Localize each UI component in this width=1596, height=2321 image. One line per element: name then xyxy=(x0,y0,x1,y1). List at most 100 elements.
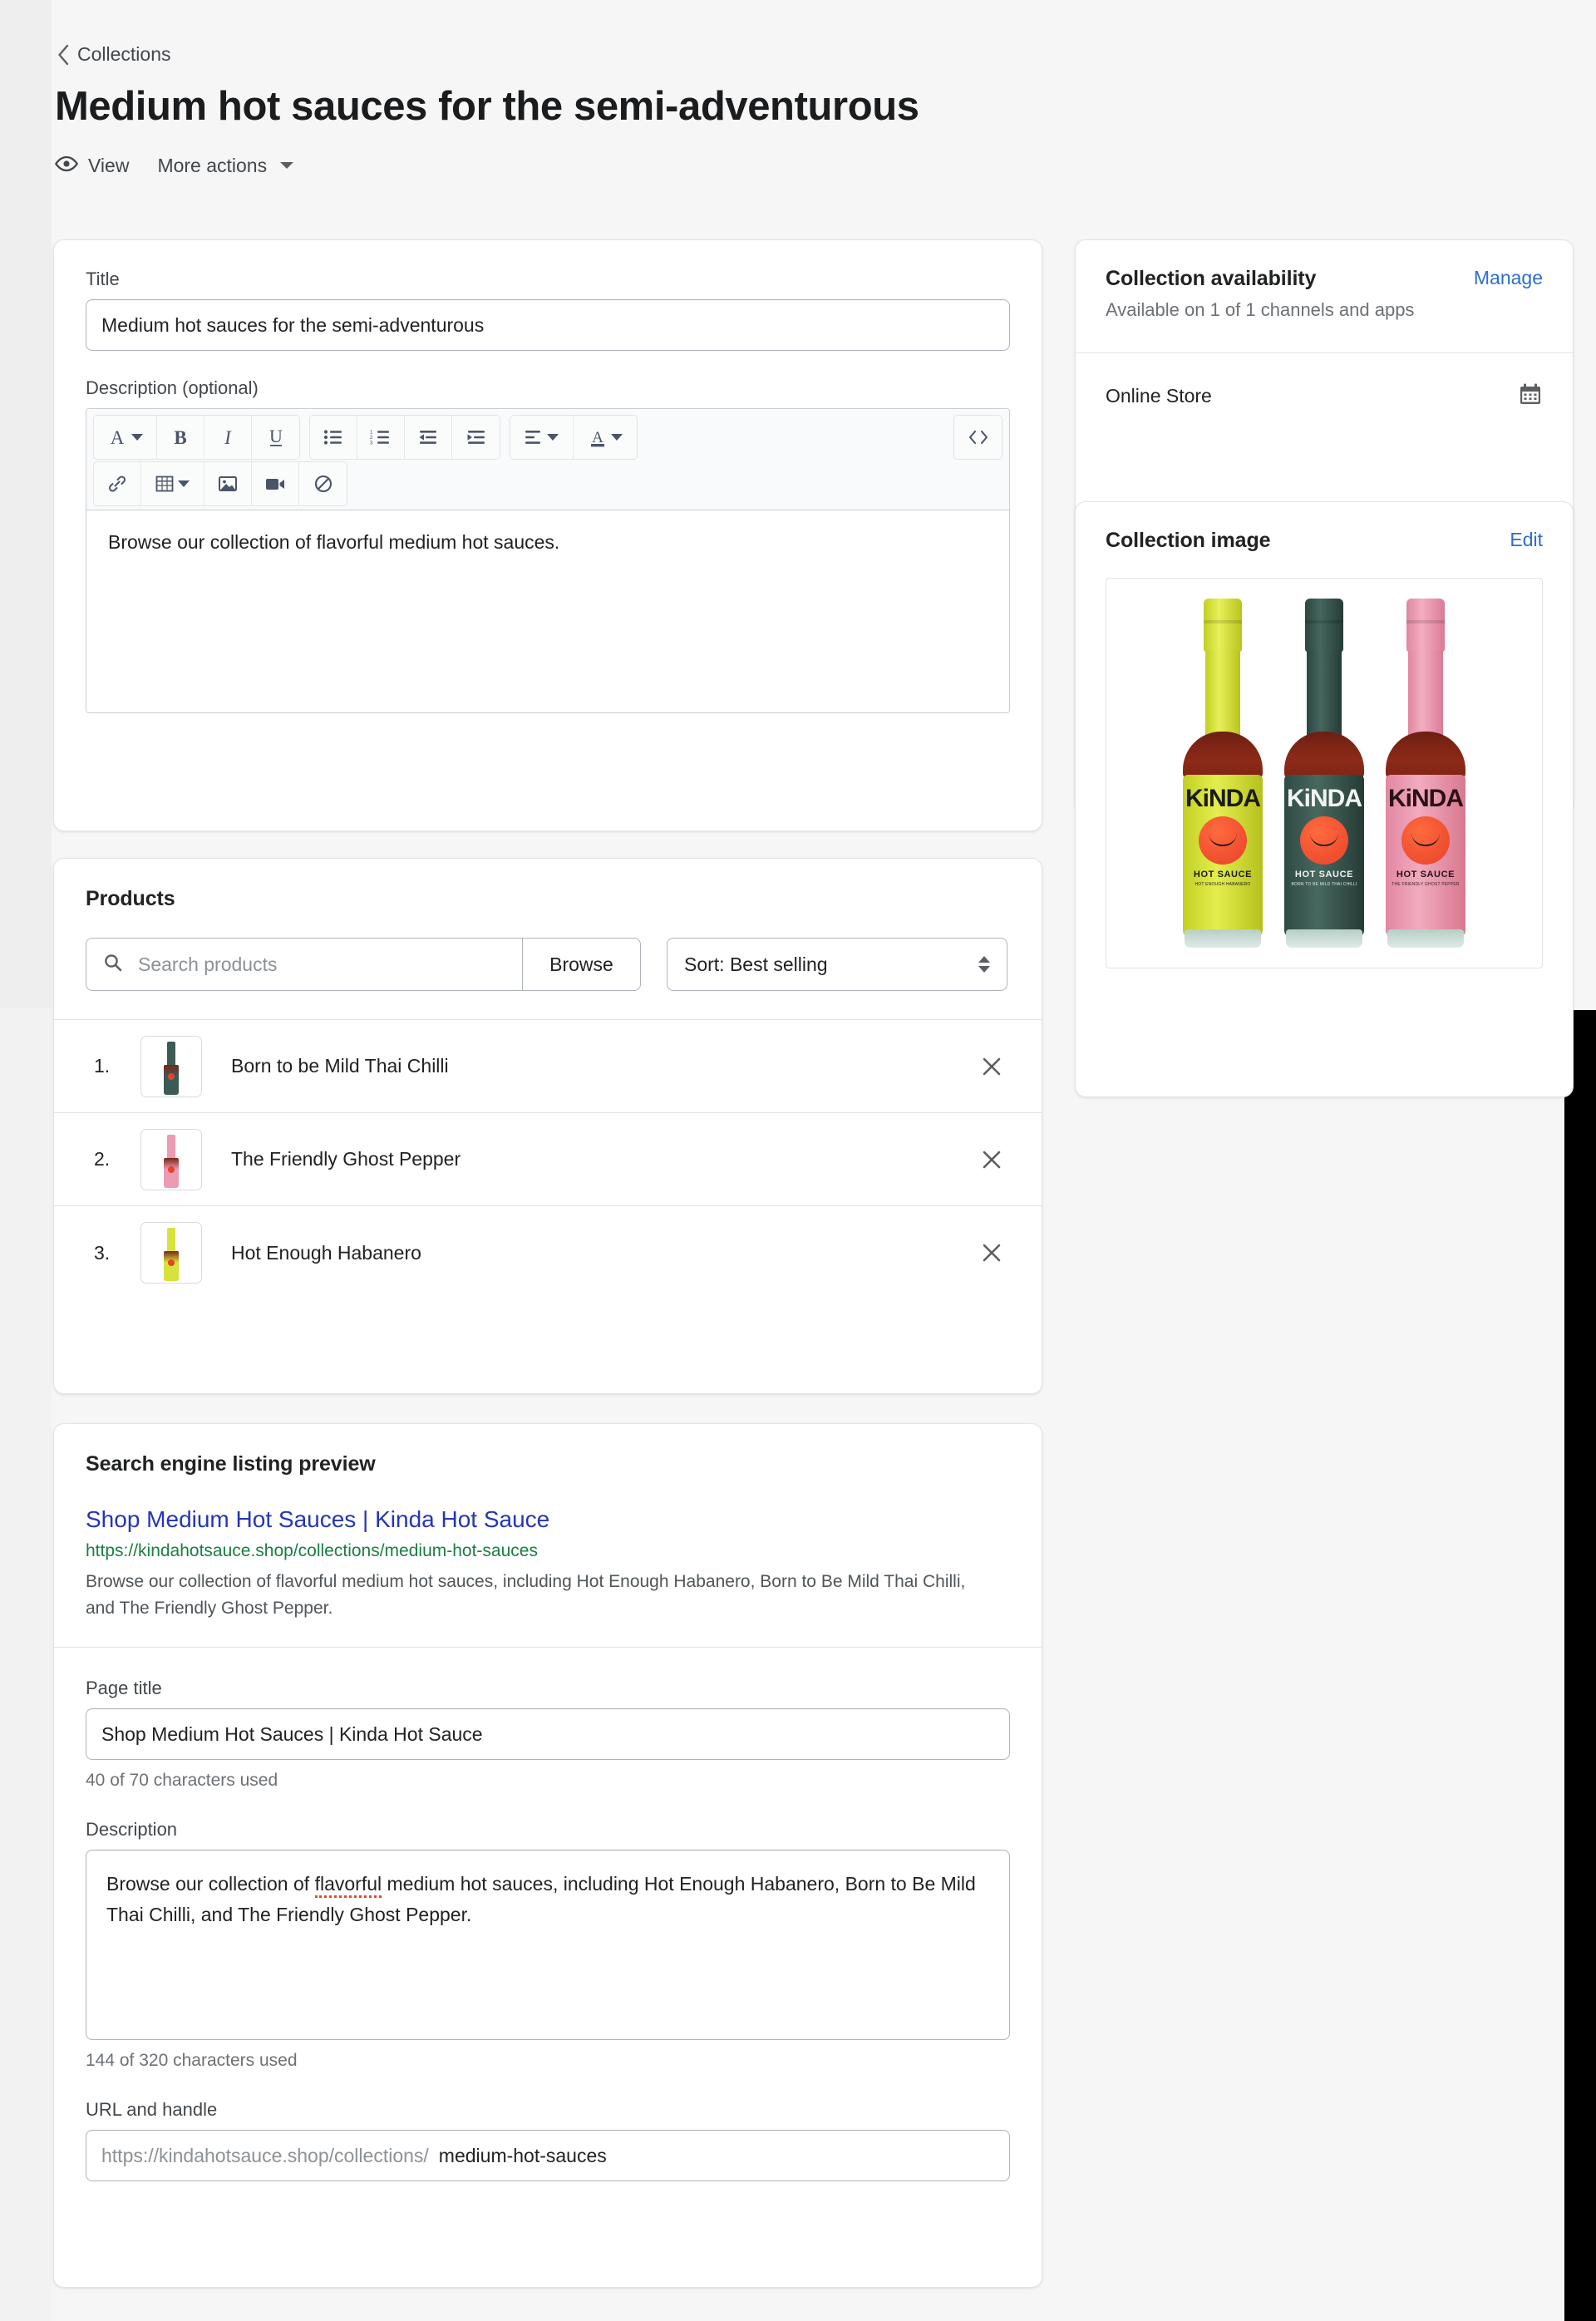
indent-icon[interactable] xyxy=(452,416,500,459)
align-left-icon[interactable] xyxy=(510,416,574,459)
toolbar-group-align-color: A xyxy=(510,415,638,460)
calendar-icon[interactable] xyxy=(1518,382,1543,411)
bottle-ghost-pepper: KiNDA HOT SAUCE THE FRIENDLY GHOST PEPPE… xyxy=(1379,599,1472,948)
bulleted-list-icon[interactable] xyxy=(310,416,357,459)
collection-details-card: Title Description (optional) A B I xyxy=(53,239,1042,831)
numbered-list-icon[interactable]: 1 2 3 xyxy=(357,416,405,459)
svg-text:I: I xyxy=(224,427,232,448)
seo-title: Search engine listing preview xyxy=(86,1452,376,1476)
collection-image-title: Collection image xyxy=(1106,529,1271,552)
svg-text:B: B xyxy=(174,427,186,448)
toolbar-group-insert xyxy=(93,461,347,506)
page-left-shade-lower xyxy=(0,1008,52,2321)
font-style-icon[interactable]: A xyxy=(94,416,157,459)
chevron-left-icon xyxy=(57,44,70,66)
view-button[interactable]: View xyxy=(54,154,130,177)
page-actions: View More actions xyxy=(54,154,1548,177)
seo-preview-title[interactable]: Shop Medium Hot Sauces | Kinda Hot Sauce xyxy=(86,1505,1010,1535)
edit-link[interactable]: Edit xyxy=(1510,529,1543,551)
seo-preview: Shop Medium Hot Sauces | Kinda Hot Sauce… xyxy=(54,1476,1042,1647)
seo-description-input[interactable]: Browse our collection of flavorful mediu… xyxy=(86,1850,1010,2041)
title-input[interactable] xyxy=(86,299,1010,351)
breadcrumb[interactable]: Collections xyxy=(57,43,171,66)
sort-select[interactable]: Sort: Best selling xyxy=(667,938,1007,991)
product-thumbnail xyxy=(140,1222,202,1284)
remove-product-button[interactable] xyxy=(973,1234,1010,1271)
search-products-field[interactable] xyxy=(86,938,522,991)
link-icon[interactable] xyxy=(94,462,141,505)
seo-description-counter: 144 of 320 characters used xyxy=(86,2051,298,2071)
svg-text:2: 2 xyxy=(370,436,373,441)
text-color-icon[interactable]: A xyxy=(574,416,637,459)
more-actions-button[interactable]: More actions xyxy=(157,154,294,177)
product-text: HOT SAUCE xyxy=(1396,870,1456,880)
image-icon[interactable] xyxy=(204,462,252,505)
channel-row-online-store[interactable]: Online Store xyxy=(1076,352,1573,439)
table-row[interactable]: 2. The Friendly Ghost Pepper xyxy=(54,1113,1042,1206)
table-row[interactable]: 1. Born to be Mild Thai Chilli xyxy=(54,1020,1042,1113)
clear-formatting-icon[interactable] xyxy=(299,462,347,505)
mascot-face-icon xyxy=(1401,816,1450,865)
bottle-thai-chilli: KiNDA HOT SAUCE BORN TO BE MILD THAI CHI… xyxy=(1278,599,1371,948)
remove-product-button[interactable] xyxy=(973,1048,1010,1085)
description-editor-body[interactable]: Browse our collection of flavorful mediu… xyxy=(86,510,1009,712)
seo-preview-description: Browse our collection of flavorful mediu… xyxy=(86,1572,966,1619)
seo-description-label: Description xyxy=(86,1819,178,1841)
url-handle-label: URL and handle xyxy=(86,2099,218,2121)
remove-product-button[interactable] xyxy=(973,1141,1010,1178)
seo-card: Search engine listing preview Shop Mediu… xyxy=(53,1423,1042,2288)
toolbar-group-text: A B I U xyxy=(93,415,300,460)
page-title-label: Page title xyxy=(86,1678,162,1699)
editor-toolbar: A B I U 1 2 3 A xyxy=(86,409,1009,510)
page-title: Medium hot sauces for the semi-adventuro… xyxy=(55,84,919,129)
svg-text:1: 1 xyxy=(370,431,373,436)
manage-link[interactable]: Manage xyxy=(1474,267,1543,289)
svg-text:A: A xyxy=(111,427,125,448)
product-name: Hot Enough Habanero xyxy=(231,1241,421,1264)
products-list: 1. Born to be Mild Thai Chilli 2. The Fr… xyxy=(54,1019,1042,1299)
outdent-icon[interactable] xyxy=(405,416,452,459)
products-card: Products Browse Sort: Best selling 1. xyxy=(53,858,1042,1394)
availability-title: Collection availability xyxy=(1106,267,1317,290)
availability-subtitle: Available on 1 of 1 channels and apps xyxy=(1106,299,1415,320)
row-index: 3. xyxy=(94,1241,111,1264)
rich-text-editor: A B I U 1 2 3 A Browse our collection of… xyxy=(86,408,1010,713)
svg-text:U: U xyxy=(269,426,283,446)
table-row[interactable]: 3. Hot Enough Habanero xyxy=(54,1206,1042,1299)
misspelled-word: flavorful xyxy=(314,1873,382,1899)
bottle-habanero: KiNDA HOT SAUCE HOT ENOUGH HABANERO xyxy=(1176,599,1269,948)
screen-edge-black-bar xyxy=(1564,1010,1596,2321)
search-input[interactable] xyxy=(136,952,505,977)
brand-text: KiNDA xyxy=(1388,785,1464,812)
view-label: View xyxy=(88,154,130,176)
toolbar-group-html xyxy=(953,415,1002,460)
products-controls: Browse Sort: Best selling xyxy=(54,938,1042,991)
product-text: HOT SAUCE xyxy=(1193,870,1253,880)
brand-text: KiNDA xyxy=(1185,785,1261,812)
toolbar-group-lists: 1 2 3 xyxy=(309,415,500,460)
italic-icon[interactable]: I xyxy=(204,416,252,459)
browse-button[interactable]: Browse xyxy=(522,938,641,991)
chevron-down-icon xyxy=(280,162,294,170)
product-name: The Friendly Ghost Pepper xyxy=(231,1148,461,1170)
collection-image-card: Collection image Edit KiNDA HOT SAUCE HO… xyxy=(1075,501,1574,1097)
video-icon[interactable] xyxy=(252,462,299,505)
table-icon[interactable] xyxy=(141,462,204,505)
product-text: HOT SAUCE xyxy=(1294,870,1354,880)
seo-fields: Page title 40 of 70 characters used Desc… xyxy=(54,1647,1042,2218)
page-title-input[interactable] xyxy=(86,1708,1010,1761)
url-handle-field[interactable]: https://kindahotsauce.shop/collections/ … xyxy=(86,2130,1010,2182)
seo-desc-part-1: Browse our collection of xyxy=(106,1873,315,1895)
title-field-label: Title xyxy=(86,269,120,289)
html-code-button[interactable] xyxy=(954,416,1002,459)
page-header: Collections Medium hot sauces for the se… xyxy=(52,0,1548,177)
url-handle-value[interactable]: medium-hot-sauces xyxy=(439,2145,607,2167)
collection-image-preview[interactable]: KiNDA HOT SAUCE HOT ENOUGH HABANERO KiND… xyxy=(1106,578,1543,968)
products-title: Products xyxy=(86,887,175,910)
svg-text:3: 3 xyxy=(370,441,373,446)
bold-icon[interactable]: B xyxy=(157,416,204,459)
underline-icon[interactable]: U xyxy=(252,416,299,459)
search-icon xyxy=(103,953,123,977)
more-actions-label: More actions xyxy=(157,154,268,176)
product-name: Born to be Mild Thai Chilli xyxy=(231,1055,449,1077)
